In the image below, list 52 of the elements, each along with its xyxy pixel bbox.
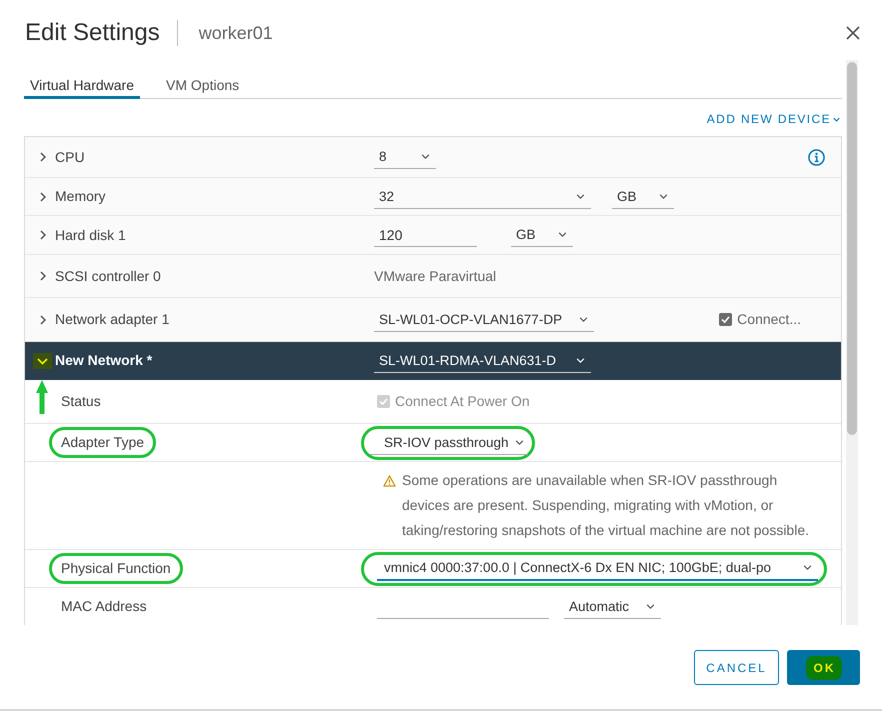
chevron-right-icon[interactable] xyxy=(40,271,46,281)
chevron-down-icon xyxy=(646,604,655,608)
setting-label: Adapter Type xyxy=(61,434,144,451)
dropdown-select[interactable]: Automatic xyxy=(564,594,661,618)
chevron-right-icon[interactable] xyxy=(40,192,46,202)
chevron-down-icon xyxy=(833,116,840,122)
dropdown-select[interactable]: vmnic4 0000:37:00.0 | ConnectX-6 Dx EN NIC; 100GbE; dual-po xyxy=(377,556,818,580)
chevron-down-icon[interactable] xyxy=(33,352,52,368)
vm-name: worker01 xyxy=(198,22,273,45)
chevron-down-icon xyxy=(803,565,812,570)
device-label: SCSI controller 0 xyxy=(55,268,161,284)
checkbox-label: Connect At Power On xyxy=(395,393,530,410)
close-icon[interactable] xyxy=(846,26,860,40)
chevron-down-icon xyxy=(576,358,585,362)
tab[interactable]: Virtual Hardware xyxy=(24,71,140,99)
device-label: New Network * xyxy=(55,352,152,369)
chevron-down-icon xyxy=(558,232,567,237)
device-label: Network adapter 1 xyxy=(55,311,170,328)
chevron-right-icon[interactable] xyxy=(40,314,46,324)
setting-label: Status xyxy=(61,393,101,410)
chevron-right-icon[interactable] xyxy=(40,230,46,240)
dropdown-select[interactable]: GB xyxy=(511,223,573,247)
setting-label: Physical Function xyxy=(61,560,171,577)
warning-message: Some operations are unavailable when SR-IOV passthrough devices are present. Suspending, migrating with vMotion, or taking/restoring snapshots of the virtual machine are not possible. xyxy=(402,471,810,540)
checkbox-label: Connect... xyxy=(737,311,801,328)
dropdown-select[interactable]: SR-IOV passthrough xyxy=(370,430,528,454)
dropdown-select[interactable]: SL-WL01-OCP-VLAN1677-DP xyxy=(374,308,594,332)
device-label: Hard disk 1 xyxy=(55,226,126,244)
cancel-button[interactable]: CANCEL xyxy=(694,650,779,685)
chevron-down-icon xyxy=(421,154,430,159)
dropdown-select[interactable]: SL-WL01-RDMA-VLAN631-D xyxy=(374,348,591,372)
chevron-down-icon xyxy=(514,440,524,444)
chevron-down-icon xyxy=(576,194,585,198)
device-label: Memory xyxy=(55,188,106,205)
dropdown-select[interactable]: 8 xyxy=(374,145,436,169)
value-text: VMware Paravirtual xyxy=(374,268,496,284)
warning-icon xyxy=(383,475,396,487)
tab[interactable]: VM Options xyxy=(160,71,246,99)
info-icon[interactable] xyxy=(808,148,825,166)
chevron-down-icon xyxy=(579,316,588,322)
ok-button[interactable]: OK xyxy=(787,650,860,685)
text-input[interactable]: 120 xyxy=(374,223,477,247)
add-new-device-link[interactable]: ADD NEW DEVICE xyxy=(706,111,840,127)
scrollbar-thumb[interactable] xyxy=(847,62,857,435)
chevron-down-icon xyxy=(659,194,668,198)
device-label: CPU xyxy=(55,148,85,166)
dropdown-select[interactable]: GB xyxy=(612,184,674,208)
checkbox[interactable] xyxy=(719,313,732,326)
dropdown-select[interactable]: 32 xyxy=(374,184,591,208)
setting-label: MAC Address xyxy=(61,598,147,615)
dialog-title: Edit Settings xyxy=(25,18,160,48)
chevron-right-icon[interactable] xyxy=(40,152,46,162)
